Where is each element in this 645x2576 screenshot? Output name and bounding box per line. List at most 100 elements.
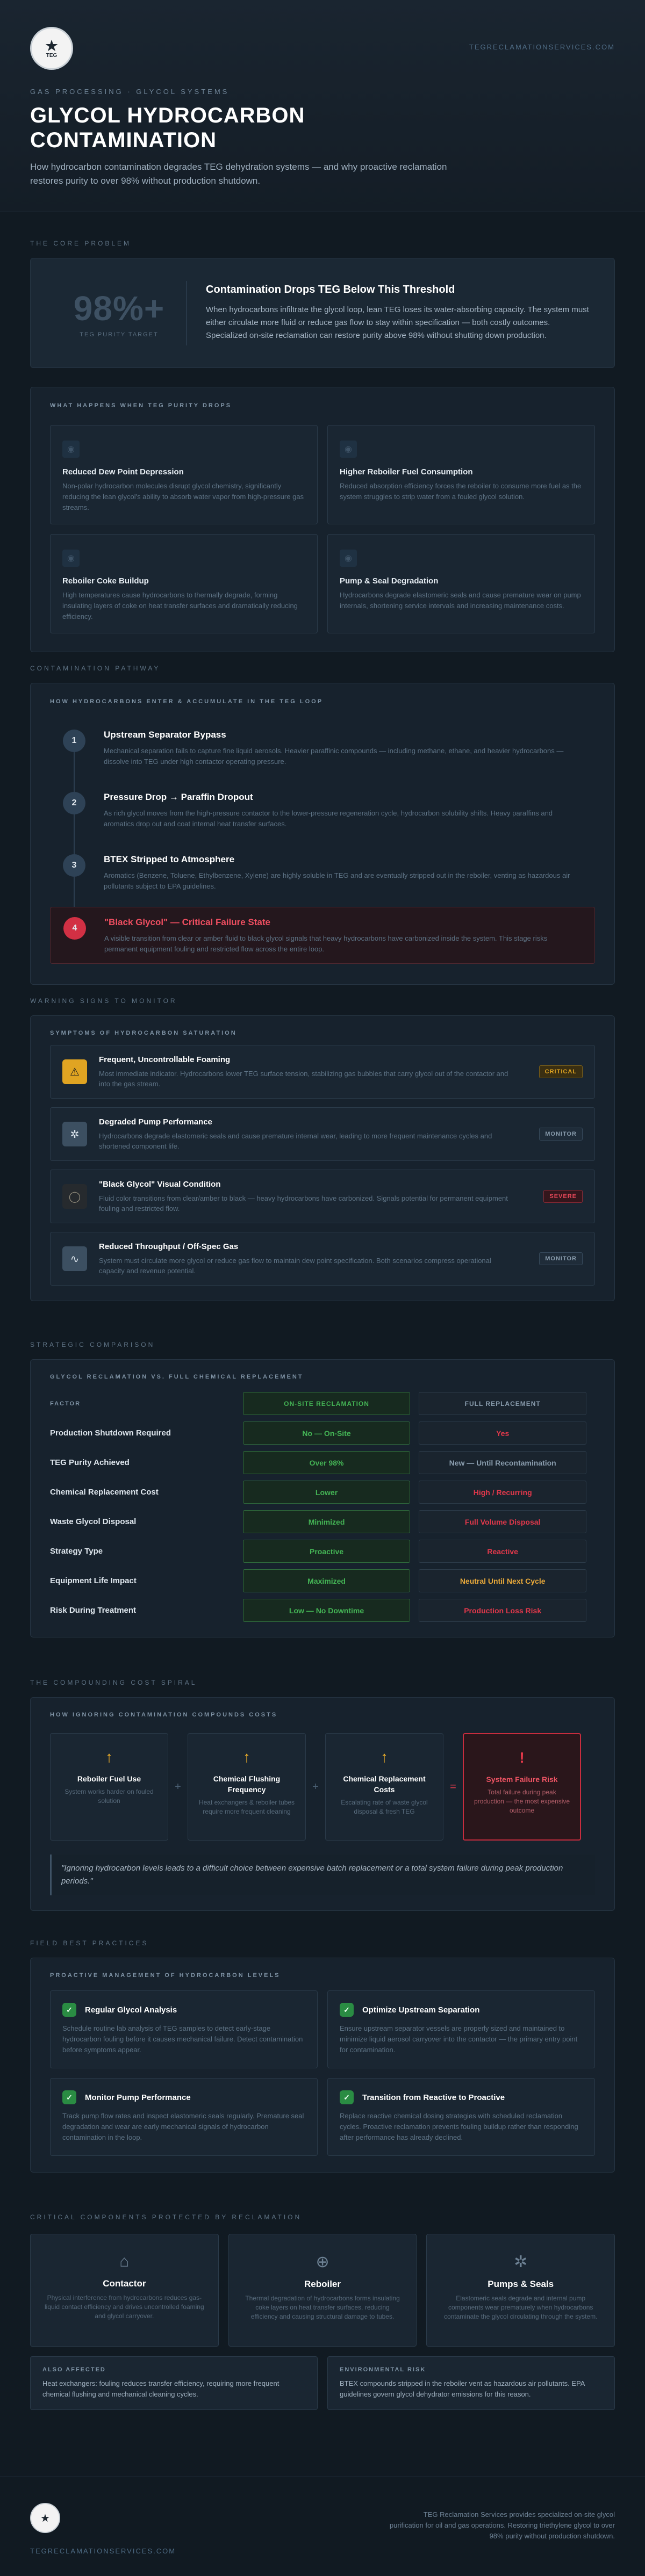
step-title: BTEX Stripped to Atmosphere [104, 854, 235, 864]
table-row: Chemical Replacement Cost Lower High / R… [50, 1477, 595, 1507]
exclamation-icon: ! [519, 1749, 525, 1766]
table-cell: Full Volume Disposal [419, 1510, 586, 1533]
cost-text: Escalating rate of waste glycol disposal… [341, 1799, 428, 1815]
warnings-card: SYMPTOMS OF HYDROCARBON SATURATION ⚠ Fre… [30, 1015, 615, 1301]
check-icon: ✓ [340, 2003, 354, 2017]
component-title: Reboiler [304, 2279, 341, 2289]
flame-icon: ◉ [340, 441, 357, 458]
section-label: STRATEGIC COMPARISON [30, 1341, 155, 1348]
card-label: PROACTIVE MANAGEMENT OF HYDROCARBON LEVE… [50, 1972, 281, 1979]
component-text: Thermal degradation of hydrocarbons form… [245, 2294, 400, 2320]
practice-title: Transition from Reactive to Proactive [362, 2092, 505, 2102]
check-icon: ✓ [62, 2090, 76, 2104]
table-cell: Production Shutdown Required [50, 1428, 171, 1438]
hero-header: ★ TEG TEGRECLAMATIONSERVICES.COM GAS PRO… [0, 0, 645, 212]
effect-card: ◉ Higher Reboiler Fuel Consumption Reduc… [327, 425, 595, 524]
step-number: 1 [63, 730, 85, 752]
step-title: Upstream Separator Bypass [104, 730, 226, 740]
check-icon: ✓ [340, 2090, 354, 2104]
thermometer-icon: ◉ [62, 441, 80, 458]
table-cell: Reactive [419, 1540, 586, 1563]
alert-triangle-icon: ⚠ [62, 1059, 87, 1084]
column-header: FULL REPLACEMENT [419, 1392, 586, 1415]
table-cell: Minimized [242, 1510, 411, 1533]
header-kicker: GAS PROCESSING · GLYCOL SYSTEMS [30, 88, 230, 96]
section-label: THE COMPOUNDING COST SPIRAL [30, 1679, 197, 1686]
table-cell: Production Loss Risk [419, 1599, 586, 1622]
cost-spiral-card: HOW IGNORING CONTAMINATION COMPOUNDS COS… [30, 1697, 615, 1911]
step-number: 4 [63, 917, 86, 940]
pump-gear-icon: ✲ [514, 2253, 528, 2271]
effect-text: Reduced absorption efficiency forces the… [340, 482, 582, 501]
comparison-section: STRATEGIC COMPARISON GLYCOL RECLAMATION … [30, 1341, 615, 1637]
quote-block: "Ignoring hydrocarbon levels leads to a … [50, 1855, 595, 1895]
best-practices-section: FIELD BEST PRACTICES PROACTIVE MANAGEMEN… [30, 1939, 615, 2173]
cost-title: Chemical Replacement Costs [343, 1774, 426, 1794]
arrow-up-icon: ↑ [243, 1749, 250, 1765]
practice-title: Regular Glycol Analysis [85, 2005, 177, 2015]
section-label: CRITICAL COMPONENTS PROTECTED BY RECLAMA… [30, 2213, 302, 2221]
table-cell: Equipment Life Impact [50, 1576, 137, 1585]
warning-text: Most immediate indicator. Hydrocarbons l… [99, 1069, 508, 1088]
cost-title: Chemical Flushing Frequency [213, 1774, 281, 1794]
component-title: Contactor [103, 2278, 146, 2289]
status-badge: MONITOR [539, 1128, 583, 1141]
warning-title: "Black Glycol" Visual Condition [99, 1179, 221, 1189]
section-label: WARNING SIGNS TO MONITOR [30, 997, 177, 1005]
table-cell: Risk During Treatment [50, 1606, 137, 1615]
components-section: CRITICAL COMPONENTS PROTECTED BY RECLAMA… [30, 2213, 615, 2410]
cost-title: System Failure Risk [486, 1775, 558, 1784]
gear-icon: ✲ [62, 1122, 87, 1146]
table-cell: Over 98% [242, 1451, 411, 1474]
warnings-section: WARNING SIGNS TO MONITOR SYMPTOMS OF HYD… [30, 997, 615, 1301]
warning-item: ∿ Reduced Throughput / Off-Spec Gas Syste… [50, 1232, 595, 1286]
step-text: A visible transition from clear or amber… [104, 934, 548, 953]
best-practices-card: PROACTIVE MANAGEMENT OF HYDROCARBON LEVE… [30, 1958, 615, 2173]
component-card: ✲ Pumps & Seals Elastomeric seals degrad… [426, 2234, 615, 2347]
status-badge: MONITOR [539, 1252, 583, 1265]
table-cell: New — Until Recontamination [419, 1451, 586, 1474]
arrow-up-icon: ↑ [381, 1749, 388, 1765]
cost-text: System works harder on fouled solution [64, 1788, 154, 1805]
component-title: Pumps & Seals [488, 2279, 554, 2289]
footer-url-link[interactable]: TEGRECLAMATIONSERVICES.COM [30, 2547, 176, 2555]
footer-text: TEG Reclamation Services provides specia… [389, 2510, 615, 2540]
info-label: ALSO AFFECTED [42, 2366, 106, 2373]
table-cell: Proactive [242, 1540, 411, 1563]
deposit-icon: ◉ [62, 550, 80, 567]
core-text: When hydrocarbons infiltrate the glycol … [206, 305, 589, 340]
table-row: TEG Purity Achieved Over 98% New — Until… [50, 1448, 595, 1477]
table-cell: Yes [419, 1422, 586, 1445]
table-cell: Low — No Downtime [242, 1599, 411, 1622]
practice-text: Replace reactive chemical dosing strateg… [340, 2112, 578, 2141]
component-card: ⊕ Reboiler Thermal degradation of hydroc… [228, 2234, 417, 2347]
table-header: FACTOR ON-SITE RECLAMATION FULL REPLACEM… [50, 1389, 595, 1418]
effect-title: Pump & Seal Degradation [340, 576, 439, 586]
purity-stat-label: TEG PURITY TARGET [80, 331, 159, 338]
effect-card: ◉ Reboiler Coke Buildup High temperature… [50, 534, 318, 633]
cost-item: ↑ Reboiler Fuel Use System works harder … [50, 1733, 168, 1841]
table-cell: Lower [242, 1481, 411, 1504]
table-cell: Neutral Until Next Cycle [419, 1569, 586, 1592]
cost-item: ↑ Chemical Replacement Costs Escalating … [325, 1733, 443, 1841]
table-cell: TEG Purity Achieved [50, 1458, 130, 1467]
step-text: Aromatics (Benzene, Toluene, Ethylbenzen… [104, 871, 570, 890]
effect-card: ◉ Reduced Dew Point Depression Non-polar… [50, 425, 318, 524]
environmental-risk-card: ENVIRONMENTAL RISK BTEX compounds stripp… [327, 2356, 615, 2410]
footer-logo[interactable]: ★ [30, 2503, 60, 2533]
card-label: HOW HYDROCARBONS ENTER & ACCUMULATE IN T… [50, 698, 324, 705]
table-row: Strategy Type Proactive Reactive [50, 1536, 595, 1566]
effect-text: Hydrocarbons degrade elastomeric seals a… [340, 591, 581, 610]
company-logo[interactable]: ★ TEG [30, 27, 73, 70]
effects-card: WHAT HAPPENS WHEN TEG PURITY DROPS ◉ Red… [30, 387, 615, 652]
step-number: 3 [63, 854, 85, 877]
effect-text: High temperatures cause hydrocarbons to … [62, 591, 298, 620]
warning-text: Fluid color transitions from clear/amber… [99, 1194, 508, 1213]
check-icon: ✓ [62, 2003, 76, 2017]
table-row: Waste Glycol Disposal Minimized Full Vol… [50, 1507, 595, 1536]
warning-item: ⚠ Frequent, Uncontrollable Foaming Most i… [50, 1045, 595, 1099]
cost-spiral-section: THE COMPOUNDING COST SPIRAL HOW IGNORING… [30, 1679, 615, 1911]
table-cell: High / Recurring [419, 1481, 586, 1504]
header-url-link[interactable]: TEGRECLAMATIONSERVICES.COM [469, 43, 615, 51]
cost-text: Total failure during peak production — t… [474, 1788, 570, 1814]
